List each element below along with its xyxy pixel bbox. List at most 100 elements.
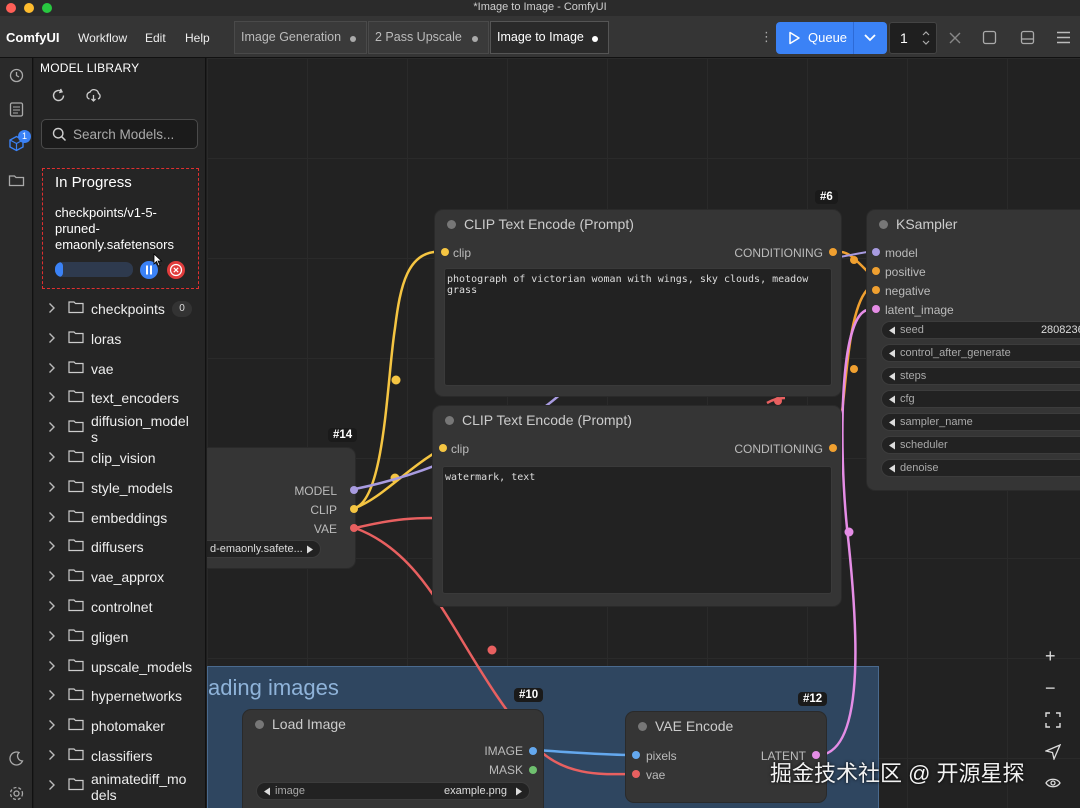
widget-control-after-generate[interactable]: control_after_generateran — [881, 344, 1080, 362]
folder-item[interactable]: style_models — [48, 477, 198, 501]
node-header[interactable]: VAE Encode — [626, 712, 826, 740]
chevron-right-icon[interactable] — [48, 660, 56, 675]
search-models-input[interactable]: Search Models... — [41, 119, 198, 149]
folder-item[interactable]: clip_vision — [48, 447, 198, 471]
bottom-panel-icon[interactable] — [1020, 30, 1035, 45]
collapse-dot-icon[interactable] — [879, 220, 888, 229]
workflows-folder-icon[interactable] — [8, 172, 25, 189]
input-positive-dot[interactable] — [872, 267, 880, 275]
folder-item[interactable]: diffusers — [48, 536, 198, 560]
chevron-right-icon[interactable] — [48, 481, 56, 496]
widget-sampler-name[interactable]: sampler_namedpr — [881, 413, 1080, 431]
load-checkpoint-node[interactable]: MODEL CLIP VAE d-emaonly.safete... — [207, 448, 358, 568]
node-header[interactable]: KSampler — [867, 210, 1080, 238]
chevron-right-icon[interactable] — [48, 332, 56, 347]
chevron-right-icon[interactable] — [48, 779, 56, 794]
focus-mode-icon[interactable] — [982, 30, 997, 45]
folder-item[interactable]: gligen — [48, 626, 198, 650]
zoom-in-icon[interactable]: + — [1045, 646, 1056, 667]
hamburger-menu-icon[interactable] — [1056, 31, 1071, 44]
cloud-download-icon[interactable] — [85, 88, 102, 103]
chevron-right-icon[interactable] — [48, 511, 56, 526]
folder-item[interactable]: text_encoders — [48, 387, 198, 411]
batch-count-stepper[interactable]: 1 — [889, 22, 937, 54]
node-header[interactable]: Load Image — [243, 710, 543, 738]
folder-item[interactable]: vae_approx — [48, 566, 198, 590]
chevron-right-icon[interactable] — [48, 540, 56, 555]
tab-2-pass-upscale[interactable]: 2 Pass Upscale — [368, 21, 489, 54]
clip-text-encode-negative-node[interactable]: CLIP Text Encode (Prompt) clip CONDITION… — [433, 406, 841, 606]
output-image-dot[interactable] — [529, 747, 537, 755]
folder-item[interactable]: loras — [48, 328, 198, 352]
menu-workflow[interactable]: Workflow — [78, 31, 127, 45]
image-select-widget[interactable]: image example.png — [256, 782, 530, 800]
ksampler-node[interactable]: KSampler model positive negative latent_… — [867, 210, 1080, 490]
fit-view-icon[interactable] — [1045, 712, 1061, 728]
folder-item[interactable]: checkpoints 0 — [48, 298, 198, 322]
arrow-left-icon[interactable] — [888, 326, 896, 335]
arrow-left-icon[interactable] — [888, 441, 896, 450]
node-header[interactable]: CLIP Text Encode (Prompt) — [433, 406, 841, 434]
drag-handle-icon[interactable]: ⋮ — [760, 29, 773, 45]
close-window-icon[interactable] — [6, 3, 16, 13]
output-vae-dot[interactable] — [350, 524, 358, 532]
widget-steps[interactable]: steps — [881, 367, 1080, 385]
arrow-left-icon[interactable] — [888, 395, 896, 404]
widget-denoise[interactable]: denoise — [881, 459, 1080, 477]
output-mask-dot[interactable] — [529, 766, 537, 774]
widget-seed[interactable]: seed 280823642 — [881, 321, 1080, 339]
toggle-links-eye-icon[interactable] — [1045, 776, 1061, 790]
node-header[interactable]: CLIP Text Encode (Prompt) — [435, 210, 841, 238]
output-model-dot[interactable] — [350, 486, 358, 494]
chevron-right-icon[interactable] — [48, 391, 56, 406]
output-conditioning-dot[interactable] — [829, 444, 837, 452]
output-clip-dot[interactable] — [350, 505, 358, 513]
folder-item[interactable]: diffusion_models — [48, 413, 198, 445]
arrow-left-icon[interactable] — [888, 349, 896, 358]
queue-history-icon[interactable] — [8, 67, 25, 84]
input-latent-dot[interactable] — [872, 305, 880, 313]
input-model-dot[interactable] — [872, 248, 880, 256]
node-library-icon[interactable] — [8, 101, 25, 118]
theme-toggle-moon-icon[interactable] — [8, 750, 25, 767]
brand-logo[interactable]: ComfyUI — [6, 30, 59, 45]
minimize-window-icon[interactable] — [24, 3, 34, 13]
arrow-right-icon[interactable] — [306, 545, 314, 554]
chevron-right-icon[interactable] — [48, 362, 56, 377]
input-clip-dot[interactable] — [439, 444, 447, 452]
zoom-window-icon[interactable] — [42, 3, 52, 13]
folder-item[interactable]: vae — [48, 358, 198, 382]
arrow-left-icon[interactable] — [888, 418, 896, 427]
collapse-dot-icon[interactable] — [445, 416, 454, 425]
settings-gear-icon[interactable] — [8, 785, 25, 802]
clip-text-encode-positive-node[interactable]: CLIP Text Encode (Prompt) clip CONDITION… — [435, 210, 841, 396]
chevron-right-icon[interactable] — [48, 749, 56, 764]
tab-image-to-image[interactable]: Image to Image — [490, 21, 609, 54]
folder-item[interactable]: upscale_models — [48, 656, 198, 680]
widget-cfg[interactable]: cfg — [881, 390, 1080, 408]
prompt-textarea[interactable]: watermark, text — [442, 466, 832, 594]
menu-edit[interactable]: Edit — [145, 31, 166, 45]
chevron-right-icon[interactable] — [48, 451, 56, 466]
zoom-out-icon[interactable]: − — [1045, 678, 1056, 699]
output-conditioning-dot[interactable] — [829, 248, 837, 256]
chevron-right-icon[interactable] — [48, 421, 56, 436]
graph-canvas[interactable]: ading images #14 MODEL CLIP VAE d-emaonl… — [207, 58, 1080, 808]
refresh-icon[interactable] — [51, 88, 66, 103]
arrow-left-icon[interactable] — [263, 787, 271, 796]
arrow-left-icon[interactable] — [888, 464, 896, 473]
input-vae-dot[interactable] — [632, 770, 640, 778]
folder-item[interactable]: classifiers — [48, 745, 198, 769]
folder-item[interactable]: hypernetworks — [48, 685, 198, 709]
tab-image-generation[interactable]: Image Generation — [234, 21, 367, 54]
input-negative-dot[interactable] — [872, 286, 880, 294]
input-pixels-dot[interactable] — [632, 751, 640, 759]
arrow-left-icon[interactable] — [888, 372, 896, 381]
stepper-arrows-icon[interactable] — [921, 28, 931, 48]
input-clip-dot[interactable] — [441, 248, 449, 256]
load-image-node[interactable]: Load Image IMAGE MASK image example.png — [243, 710, 543, 808]
chevron-right-icon[interactable] — [48, 302, 56, 317]
cancel-download-button[interactable] — [167, 261, 185, 279]
chevron-right-icon[interactable] — [48, 630, 56, 645]
collapse-dot-icon[interactable] — [447, 220, 456, 229]
